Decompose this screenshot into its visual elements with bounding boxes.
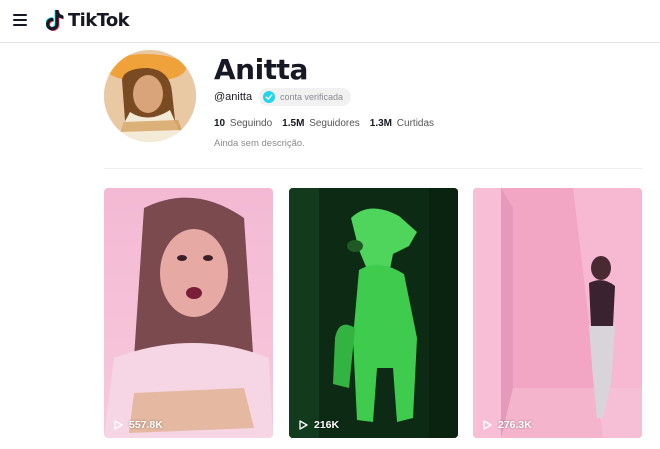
- video-thumbnail: [473, 188, 642, 438]
- verified-check-icon: [263, 91, 275, 103]
- profile-avatar: [104, 50, 196, 142]
- stat-following[interactable]: 10 Seguindo: [214, 118, 272, 129]
- profile-handle: @anitta: [214, 91, 253, 103]
- tiktok-logo[interactable]: TikTok: [46, 10, 130, 31]
- stat-likes: 1.3M Curtidas: [369, 118, 435, 129]
- logo-text: TikTok: [68, 10, 130, 31]
- section-divider: [104, 168, 642, 169]
- video-thumbnail: [289, 188, 458, 438]
- verified-badge: conta verificada: [259, 88, 352, 106]
- view-count: 557.8K: [114, 419, 163, 431]
- video-card[interactable]: 216K: [289, 188, 458, 438]
- view-count: 276.3K: [483, 419, 532, 431]
- view-count: 216K: [299, 419, 339, 431]
- top-navigation-bar: TikTok: [0, 0, 660, 43]
- video-card[interactable]: 276.3K: [473, 188, 642, 438]
- tiktok-note-icon: [46, 10, 64, 31]
- play-icon: [114, 420, 123, 430]
- video-thumbnail: [104, 188, 273, 438]
- profile-stats: 10 Seguindo 1.5M Seguidores 1.3M Curtida…: [214, 118, 444, 129]
- stat-followers[interactable]: 1.5M Seguidores: [282, 118, 360, 129]
- profile-bio: Ainda sem descrição.: [214, 138, 305, 149]
- video-card[interactable]: 557.8K: [104, 188, 273, 438]
- profile-name: Anitta: [214, 53, 308, 86]
- play-icon: [299, 420, 308, 430]
- verified-label: conta verificada: [280, 92, 344, 102]
- play-icon: [483, 420, 492, 430]
- hamburger-menu-icon[interactable]: [13, 14, 27, 26]
